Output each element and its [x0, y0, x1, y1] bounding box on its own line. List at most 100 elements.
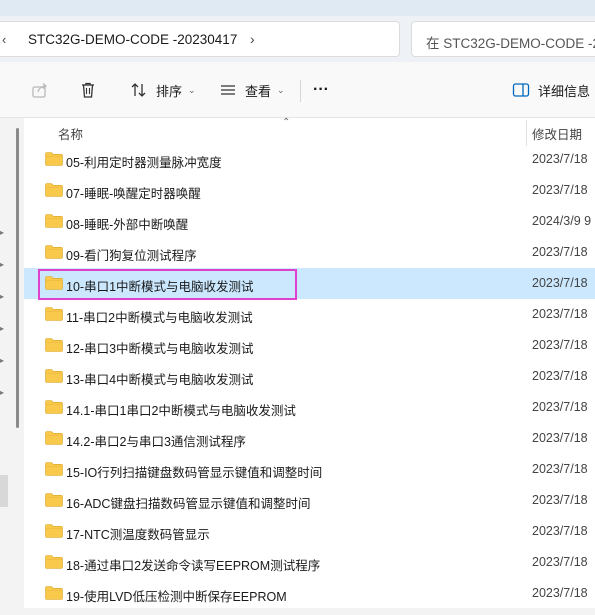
details-pane-icon: [512, 82, 530, 98]
folder-icon: [45, 338, 63, 352]
file-name: 14.2-串口2与串口3通信测试程序: [66, 435, 246, 449]
file-date: 2023/7/18: [532, 400, 588, 414]
file-date: 2023/7/18: [532, 183, 588, 197]
file-date: 2023/7/18: [532, 276, 588, 290]
delete-button[interactable]: [78, 76, 98, 104]
file-date: 2023/7/18: [532, 493, 588, 507]
file-name: 18-通过串口2发送命令读写EEPROM测试程序: [66, 559, 321, 573]
sort-ascending-icon: ⌃: [282, 117, 291, 128]
folder-icon: [45, 586, 63, 600]
file-name: 11-串口2中断模式与电脑收发测试: [66, 311, 253, 325]
folder-icon: [45, 431, 63, 445]
address-path-segment[interactable]: STC32G-DEMO-CODE -20230417: [28, 32, 237, 47]
folder-icon: [45, 493, 63, 507]
file-name: 10-串口1中断模式与电脑收发测试: [66, 280, 254, 294]
path-chevron-right-icon[interactable]: ›: [250, 31, 255, 47]
folder-icon: [45, 307, 63, 321]
details-label: 详细信息: [538, 83, 591, 99]
file-date: 2023/7/18: [532, 586, 588, 600]
table-row[interactable]: 10-串口1中断模式与电脑收发测试 2023/7/18: [24, 268, 595, 300]
file-date: 2023/7/18: [532, 431, 588, 445]
nav-scrollbar[interactable]: [16, 128, 19, 428]
table-row[interactable]: 16-ADC键盘扫描数码管显示键值和调整时间 2023/7/18: [24, 485, 595, 516]
nav-selected-item[interactable]: [0, 475, 8, 507]
address-bar-area: ‹ STC32G-DEMO-CODE -20230417 › 在 STC32G-…: [0, 16, 595, 62]
table-row[interactable]: 19-使用LVD低压检测中断保存EEPROM 2023/7/18: [24, 578, 595, 609]
folder-icon: [45, 369, 63, 383]
more-options-button[interactable]: ···: [313, 76, 329, 104]
file-date: 2023/7/18: [532, 307, 588, 321]
search-input[interactable]: 在 STC32G-DEMO-CODE -2: [411, 21, 595, 57]
table-row[interactable]: 05-利用定时器测量脉冲宽度 2023/7/18: [24, 144, 595, 175]
file-name: 09-看门狗复位测试程序: [66, 249, 197, 263]
file-name: 14.1-串口1串口2中断模式与电脑收发测试: [66, 404, 296, 418]
table-row[interactable]: 07-睡眠-唤醒定时器唤醒 2023/7/18: [24, 175, 595, 206]
file-name: 19-使用LVD低压检测中断保存EEPROM: [66, 590, 287, 604]
table-row[interactable]: 13-串口4中断模式与电脑收发测试 2023/7/18: [24, 361, 595, 392]
table-row[interactable]: 12-串口3中断模式与电脑收发测试 2023/7/18: [24, 330, 595, 361]
file-date: 2023/7/18: [532, 245, 588, 259]
table-row[interactable]: 14.2-串口2与串口3通信测试程序 2023/7/18: [24, 423, 595, 454]
path-chevron-left-icon[interactable]: ‹: [2, 32, 6, 47]
share-button[interactable]: [30, 76, 50, 104]
file-list: 名称 ⌃ 修改日期 05-利用定时器测量脉冲宽度 2023/7/18 07-睡眠-唤…: [24, 117, 595, 615]
folder-icon: [45, 400, 63, 414]
address-bar[interactable]: ‹ STC32G-DEMO-CODE -20230417 ›: [0, 21, 400, 57]
title-bar: [0, 0, 595, 16]
file-name: 13-串口4中断模式与电脑收发测试: [66, 373, 254, 387]
folder-icon: [45, 524, 63, 538]
folder-icon: [45, 276, 63, 290]
file-rows: 05-利用定时器测量脉冲宽度 2023/7/18 07-睡眠-唤醒定时器唤醒 2023…: [24, 144, 595, 609]
file-date: 2023/7/18: [532, 555, 588, 569]
sort-icon: [130, 81, 148, 99]
folder-icon: [45, 555, 63, 569]
file-name: 17-NTC测温度数码管显示: [66, 528, 210, 542]
column-header-row: 名称 ⌃ 修改日期: [24, 117, 595, 146]
column-header-date[interactable]: 修改日期: [532, 124, 582, 143]
nav-expand-icon[interactable]: ▸: [0, 292, 6, 301]
trash-icon: [78, 80, 98, 100]
status-strip: [24, 608, 595, 615]
file-name: 12-串口3中断模式与电脑收发测试: [66, 342, 254, 356]
sort-button[interactable]: 排序 ⌄: [130, 76, 196, 104]
table-row[interactable]: 17-NTC测温度数码管显示 2023/7/18: [24, 516, 595, 547]
navigation-pane: ▸ ▸ ▸ ▸ ▸ ▸: [0, 118, 24, 615]
nav-expand-icon[interactable]: ▸: [0, 324, 6, 333]
table-row[interactable]: 18-通过串口2发送命令读写EEPROM测试程序 2023/7/18: [24, 547, 595, 578]
toolbar-divider: [300, 80, 301, 102]
more-icon: ···: [313, 81, 329, 98]
file-name: 07-睡眠-唤醒定时器唤醒: [66, 187, 201, 201]
view-label: 查看: [245, 83, 272, 99]
folder-icon: [45, 245, 63, 259]
table-row[interactable]: 09-看门狗复位测试程序 2023/7/18: [24, 237, 595, 268]
nav-expand-icon[interactable]: ▸: [0, 260, 6, 269]
file-date: 2024/3/9 9: [532, 214, 592, 228]
chevron-down-icon: ⌄: [188, 84, 196, 95]
file-date: 2023/7/18: [532, 152, 588, 166]
folder-icon: [45, 214, 63, 228]
column-header-name[interactable]: 名称: [58, 124, 83, 143]
file-date: 2023/7/18: [532, 338, 588, 352]
sort-label: 排序: [156, 83, 183, 99]
details-pane-button[interactable]: 详细信息: [512, 76, 590, 104]
table-row[interactable]: 14.1-串口1串口2中断模式与电脑收发测试 2023/7/18: [24, 392, 595, 423]
nav-expand-icon[interactable]: ▸: [0, 356, 6, 365]
folder-icon: [45, 152, 63, 166]
folder-icon: [45, 183, 63, 197]
view-list-icon: [219, 81, 237, 99]
command-bar: 排序 ⌄ 查看 ⌄ ··· 详细信息: [0, 62, 595, 118]
nav-expand-icon[interactable]: ▸: [0, 228, 6, 237]
table-row[interactable]: 08-睡眠-外部中断唤醒 2024/3/9 9: [24, 206, 595, 237]
table-row[interactable]: 11-串口2中断模式与电脑收发测试 2023/7/18: [24, 299, 595, 330]
file-name: 05-利用定时器测量脉冲宽度: [66, 156, 222, 170]
file-date: 2023/7/18: [532, 369, 588, 383]
file-date: 2023/7/18: [532, 524, 588, 538]
column-divider[interactable]: [526, 120, 527, 146]
table-row[interactable]: 15-IO行列扫描键盘数码管显示键值和调整时间 2023/7/18: [24, 454, 595, 485]
file-name: 16-ADC键盘扫描数码管显示键值和调整时间: [66, 497, 311, 511]
view-button[interactable]: 查看 ⌄: [219, 76, 285, 104]
nav-expand-icon[interactable]: ▸: [0, 388, 6, 397]
file-name: 15-IO行列扫描键盘数码管显示键值和调整时间: [66, 466, 323, 480]
share-icon: [30, 80, 50, 100]
folder-icon: [45, 462, 63, 476]
